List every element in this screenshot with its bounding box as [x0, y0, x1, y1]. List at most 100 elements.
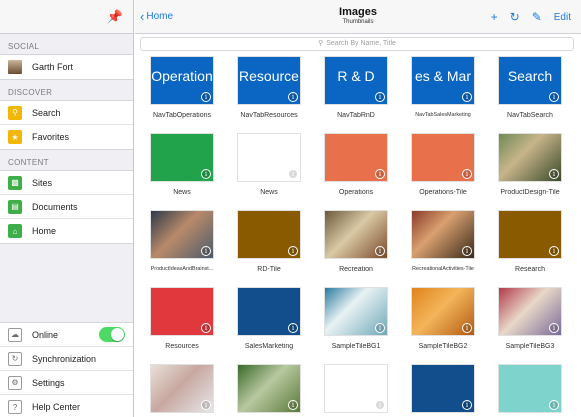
- image-tile[interactable]: i SalesMarketing: [230, 287, 308, 350]
- info-icon[interactable]: i: [201, 92, 211, 102]
- thumbnail-image[interactable]: R & Di: [324, 56, 388, 105]
- image-tile[interactable]: Operation i NavTabOperations: [143, 56, 221, 119]
- online-toggle[interactable]: [99, 327, 125, 342]
- image-tile[interactable]: i News: [230, 133, 308, 196]
- nav-actions: + ↻ ✎ Edit: [491, 10, 571, 24]
- info-icon[interactable]: i: [549, 400, 559, 410]
- info-icon[interactable]: i: [462, 169, 472, 179]
- thumbnail-image[interactable]: i: [237, 133, 301, 182]
- sidebar-item-synchronization[interactable]: ↻ Synchronization: [0, 347, 133, 371]
- thumbnail-image[interactable]: i: [324, 364, 388, 413]
- refresh-icon[interactable]: ↻: [510, 10, 520, 24]
- thumbnail-image[interactable]: i: [237, 287, 301, 336]
- info-icon[interactable]: i: [549, 323, 559, 333]
- image-tile[interactable]: i RD-Tile: [230, 210, 308, 273]
- thumbnail-image[interactable]: Operation i: [150, 56, 214, 105]
- thumbnail-image[interactable]: i: [150, 364, 214, 413]
- thumbnail-image[interactable]: i: [411, 287, 475, 336]
- thumbnail-image[interactable]: Resource i: [237, 56, 301, 105]
- image-tile[interactable]: i RecreationalActivities-Tile: [404, 210, 482, 272]
- sidebar-item-sites[interactable]: ▩ Sites: [0, 171, 133, 195]
- info-icon[interactable]: i: [201, 169, 211, 179]
- info-icon[interactable]: i: [201, 400, 211, 410]
- image-tile[interactable]: i: [317, 364, 395, 417]
- info-icon[interactable]: i: [549, 246, 559, 256]
- thumbnail-image[interactable]: i: [237, 210, 301, 259]
- image-tile[interactable]: R & Di NavTabRnD: [317, 56, 395, 119]
- image-tile[interactable]: i Recreation: [317, 210, 395, 273]
- thumbnail-text: es & Mar: [414, 68, 471, 84]
- thumbnail-text: Operation: [151, 68, 213, 84]
- tile-caption: ProductIdeasAndBrainst...: [150, 266, 214, 272]
- info-icon[interactable]: i: [201, 323, 211, 333]
- sidebar-item-search[interactable]: ⚲ Search: [0, 101, 133, 125]
- image-tile[interactable]: i SampleTileBG1: [317, 287, 395, 350]
- thumbnail-image[interactable]: es & Mar i: [411, 56, 475, 105]
- info-icon[interactable]: i: [462, 323, 472, 333]
- info-icon[interactable]: i: [288, 400, 298, 410]
- thumbnail-image[interactable]: i: [411, 133, 475, 182]
- image-tile[interactable]: i Resources: [143, 287, 221, 350]
- pin-icon[interactable]: 📌: [107, 9, 123, 25]
- sidebar-item-settings[interactable]: ⚙ Settings: [0, 371, 133, 395]
- info-icon[interactable]: i: [375, 92, 385, 102]
- edit-button[interactable]: Edit: [554, 12, 571, 23]
- info-icon[interactable]: i: [288, 323, 298, 333]
- thumbnail-image[interactable]: i: [498, 210, 562, 259]
- image-tile[interactable]: i News: [143, 133, 221, 196]
- search-placeholder: Search By Name, Title: [326, 40, 396, 47]
- add-icon[interactable]: +: [491, 10, 498, 24]
- image-tile[interactable]: i SampleTileBG2: [404, 287, 482, 350]
- image-tile[interactable]: es & Mar i NavTabSalesMarketing: [404, 56, 482, 118]
- info-icon[interactable]: i: [375, 323, 385, 333]
- image-tile[interactable]: i ProductIdeasAndBrainst...: [143, 210, 221, 272]
- image-tile[interactable]: i: [230, 364, 308, 417]
- sidebar-item-home[interactable]: ⌂ Home: [0, 219, 133, 243]
- info-icon[interactable]: i: [288, 246, 298, 256]
- thumbnail-image[interactable]: i: [498, 364, 562, 413]
- search-input[interactable]: ⚲ Search By Name, Title: [140, 37, 574, 51]
- image-tile[interactable]: i SampleTileBG3: [491, 287, 569, 350]
- info-icon[interactable]: i: [288, 169, 298, 179]
- info-icon[interactable]: i: [288, 92, 298, 102]
- thumbnail-image[interactable]: Search i: [498, 56, 562, 105]
- image-tile[interactable]: Resource i NavTabResources: [230, 56, 308, 119]
- thumbnail-image[interactable]: i: [237, 364, 301, 413]
- thumbnail-image[interactable]: i: [411, 210, 475, 259]
- info-icon[interactable]: i: [375, 400, 385, 410]
- thumbnail-image[interactable]: i: [498, 287, 562, 336]
- pencil-icon[interactable]: ✎: [532, 10, 542, 24]
- social-list: Garth Fort: [0, 54, 133, 80]
- info-icon[interactable]: i: [549, 169, 559, 179]
- image-tile[interactable]: Search i NavTabSearch: [491, 56, 569, 119]
- sidebar-item-help-center[interactable]: ? Help Center: [0, 395, 133, 417]
- sidebar-item-documents[interactable]: ▤ Documents: [0, 195, 133, 219]
- image-tile[interactable]: i: [491, 364, 569, 417]
- tile-caption: SampleTileBG2: [418, 343, 468, 350]
- image-tile[interactable]: i Operations-Tile: [404, 133, 482, 196]
- info-icon[interactable]: i: [375, 169, 385, 179]
- tile-caption: ProductDesign-Tile: [500, 189, 560, 196]
- info-icon[interactable]: i: [462, 92, 472, 102]
- image-tile[interactable]: i: [404, 364, 482, 417]
- image-tile[interactable]: i Operations: [317, 133, 395, 196]
- info-icon[interactable]: i: [462, 400, 472, 410]
- info-icon[interactable]: i: [462, 246, 472, 256]
- thumbnail-image[interactable]: i: [411, 364, 475, 413]
- thumbnail-image[interactable]: i: [498, 133, 562, 182]
- info-icon[interactable]: i: [201, 246, 211, 256]
- info-icon[interactable]: i: [375, 246, 385, 256]
- image-tile[interactable]: i ProductDesign-Tile: [491, 133, 569, 196]
- sidebar-item-favorites[interactable]: ★ Favorites: [0, 125, 133, 149]
- sidebar-item-profile[interactable]: Garth Fort: [0, 55, 133, 79]
- image-tile[interactable]: i: [143, 364, 221, 417]
- thumbnail-image[interactable]: i: [324, 210, 388, 259]
- info-icon[interactable]: i: [549, 92, 559, 102]
- thumbnail-image[interactable]: i: [150, 287, 214, 336]
- thumbnail-image[interactable]: i: [150, 133, 214, 182]
- image-tile[interactable]: i Research: [491, 210, 569, 273]
- thumbnail-text: R & D: [337, 68, 375, 84]
- thumbnail-image[interactable]: i: [150, 210, 214, 259]
- thumbnail-image[interactable]: i: [324, 287, 388, 336]
- thumbnail-image[interactable]: i: [324, 133, 388, 182]
